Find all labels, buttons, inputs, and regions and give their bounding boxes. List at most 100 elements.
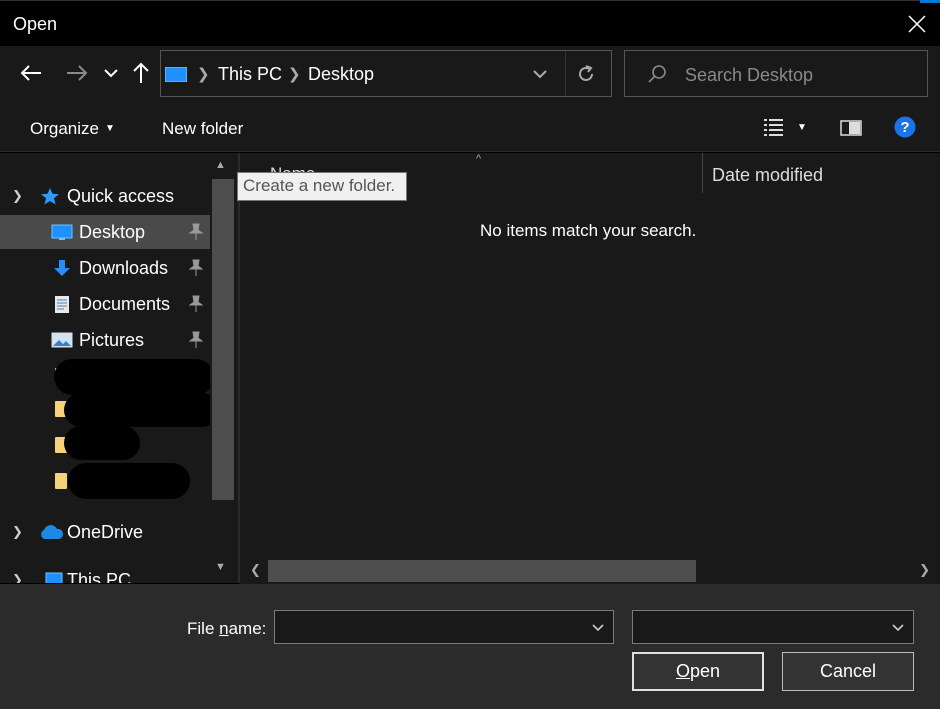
- pin-icon: [188, 331, 204, 348]
- details-view-icon: [764, 119, 783, 136]
- search-icon: [648, 65, 666, 83]
- cloud-icon: [41, 525, 64, 539]
- divider: [565, 51, 566, 96]
- breadcrumb-desktop[interactable]: Desktop: [308, 64, 374, 85]
- scrollbar-thumb[interactable]: [268, 560, 696, 582]
- pin-icon: [188, 223, 204, 240]
- redacted-item: [68, 463, 190, 499]
- new-folder-button[interactable]: New folder: [162, 119, 243, 139]
- chevron-down-icon: ❯: [12, 188, 23, 203]
- sidebar-item-onedrive[interactable]: ❯ OneDrive: [0, 515, 210, 549]
- preview-pane-icon: [840, 120, 862, 136]
- search-input[interactable]: Search Desktop: [685, 65, 813, 86]
- sidebar-item-downloads[interactable]: Downloads: [0, 251, 210, 285]
- horizontal-scrollbar[interactable]: ❮ ❯: [240, 558, 940, 584]
- document-icon: [55, 296, 69, 313]
- scroll-right-icon[interactable]: ❯: [919, 562, 930, 578]
- search-box[interactable]: Search Desktop: [624, 50, 928, 97]
- address-history-button[interactable]: [527, 61, 553, 87]
- close-icon: [908, 15, 926, 33]
- sidebar-item-label: OneDrive: [67, 522, 144, 542]
- file-name-label: File name:: [187, 619, 266, 639]
- chevron-down-icon[interactable]: [891, 619, 905, 635]
- change-view-button[interactable]: [763, 117, 785, 144]
- navigation-pane: ❯ Quick access Desktop Downloads Documen…: [0, 153, 238, 583]
- scroll-left-icon[interactable]: ❮: [250, 562, 261, 578]
- sidebar-item-label: Desktop: [79, 222, 146, 242]
- navigation-bar: ❯ This PC ❯ Desktop Search Desktop: [0, 46, 940, 104]
- sidebar-item-documents[interactable]: Documents: [0, 287, 210, 321]
- view-options-caret-icon[interactable]: ▼: [797, 122, 807, 133]
- organize-button[interactable]: Organize ▼: [30, 119, 115, 139]
- breadcrumb-separator-icon: ❯: [288, 66, 301, 83]
- up-button[interactable]: [126, 58, 156, 88]
- pin-icon: [188, 295, 204, 312]
- column-divider[interactable]: [702, 153, 703, 193]
- recent-locations-button[interactable]: [96, 58, 126, 88]
- preview-pane-button[interactable]: [840, 120, 862, 141]
- sidebar-item-desktop[interactable]: Desktop: [0, 215, 210, 249]
- chevron-right-icon: ❯: [12, 572, 23, 583]
- sidebar-item-label: Documents: [79, 294, 171, 314]
- label-access-key: n: [219, 619, 229, 638]
- arrow-up-icon: [133, 62, 149, 83]
- chevron-down-icon: [533, 70, 547, 79]
- breadcrumb-separator-icon: ❯: [197, 66, 210, 83]
- this-pc-icon: [165, 67, 187, 82]
- folder-icon: [55, 473, 67, 489]
- sidebar-item-quick-access[interactable]: ❯ Quick access: [0, 179, 210, 213]
- window-title: Open: [13, 14, 58, 34]
- title-bar: Open: [0, 0, 940, 46]
- download-icon: [54, 260, 70, 276]
- chevron-down-icon[interactable]: [591, 619, 605, 635]
- open-button[interactable]: Open: [632, 652, 764, 691]
- column-header-date-modified[interactable]: Date modified: [712, 165, 823, 186]
- sidebar-scrollbar[interactable]: ▲ ▼: [210, 153, 236, 583]
- organize-label: Organize: [30, 119, 99, 138]
- refresh-icon: [579, 65, 593, 81]
- file-list: ^ Name Date modified No items match your…: [238, 153, 940, 583]
- caret-down-icon: ▼: [104, 123, 115, 134]
- dialog-footer: File name: Open Cancel: [0, 584, 940, 709]
- close-button[interactable]: [894, 1, 940, 47]
- button-access-key: O: [675, 661, 690, 681]
- pictures-icon: [51, 332, 73, 348]
- label-text: ame:: [228, 619, 267, 638]
- sidebar-item-label: Pictures: [79, 330, 145, 350]
- breadcrumb-this-pc[interactable]: This PC: [218, 64, 282, 85]
- arrow-right-icon: [67, 65, 88, 81]
- new-folder-tooltip: Create a new folder.: [237, 172, 407, 201]
- button-label: pen: [689, 661, 721, 681]
- pin-icon: [188, 259, 204, 276]
- sidebar-item-pictures[interactable]: Pictures: [0, 323, 210, 357]
- sort-ascending-icon: ^: [476, 153, 482, 165]
- address-bar[interactable]: ❯ This PC ❯ Desktop: [160, 50, 612, 97]
- redacted-item: [54, 359, 214, 395]
- refresh-button[interactable]: [573, 61, 599, 87]
- cancel-button[interactable]: Cancel: [782, 652, 914, 691]
- forward-button[interactable]: [62, 58, 92, 88]
- sidebar-item-this-pc[interactable]: ❯ This PC: [0, 563, 210, 583]
- sidebar-item-label: Quick access: [67, 186, 175, 206]
- desktop-icon: [51, 224, 73, 240]
- file-type-select[interactable]: [632, 610, 914, 644]
- this-pc-icon: [45, 572, 63, 583]
- empty-message: No items match your search.: [480, 221, 697, 240]
- star-icon: [41, 188, 59, 205]
- sidebar-item-label: Downloads: [79, 258, 169, 278]
- back-button[interactable]: [16, 58, 46, 88]
- command-bar: Organize ▼ New folder ▼ ?: [0, 104, 940, 152]
- sidebar-item-label: This PC: [67, 570, 132, 583]
- redacted-item: [64, 426, 140, 460]
- label-text: File: [187, 619, 220, 638]
- help-icon: ?: [894, 116, 916, 138]
- chevron-right-icon: ❯: [12, 524, 23, 539]
- svg-text:?: ?: [900, 119, 909, 136]
- help-button[interactable]: ?: [894, 116, 916, 143]
- arrow-left-icon: [20, 65, 41, 81]
- scrollbar-thumb[interactable]: [212, 179, 234, 500]
- chevron-down-icon: [104, 69, 118, 78]
- file-name-input[interactable]: [274, 610, 614, 644]
- scroll-down-icon[interactable]: ▼: [215, 561, 226, 573]
- scroll-up-icon[interactable]: ▲: [215, 159, 226, 171]
